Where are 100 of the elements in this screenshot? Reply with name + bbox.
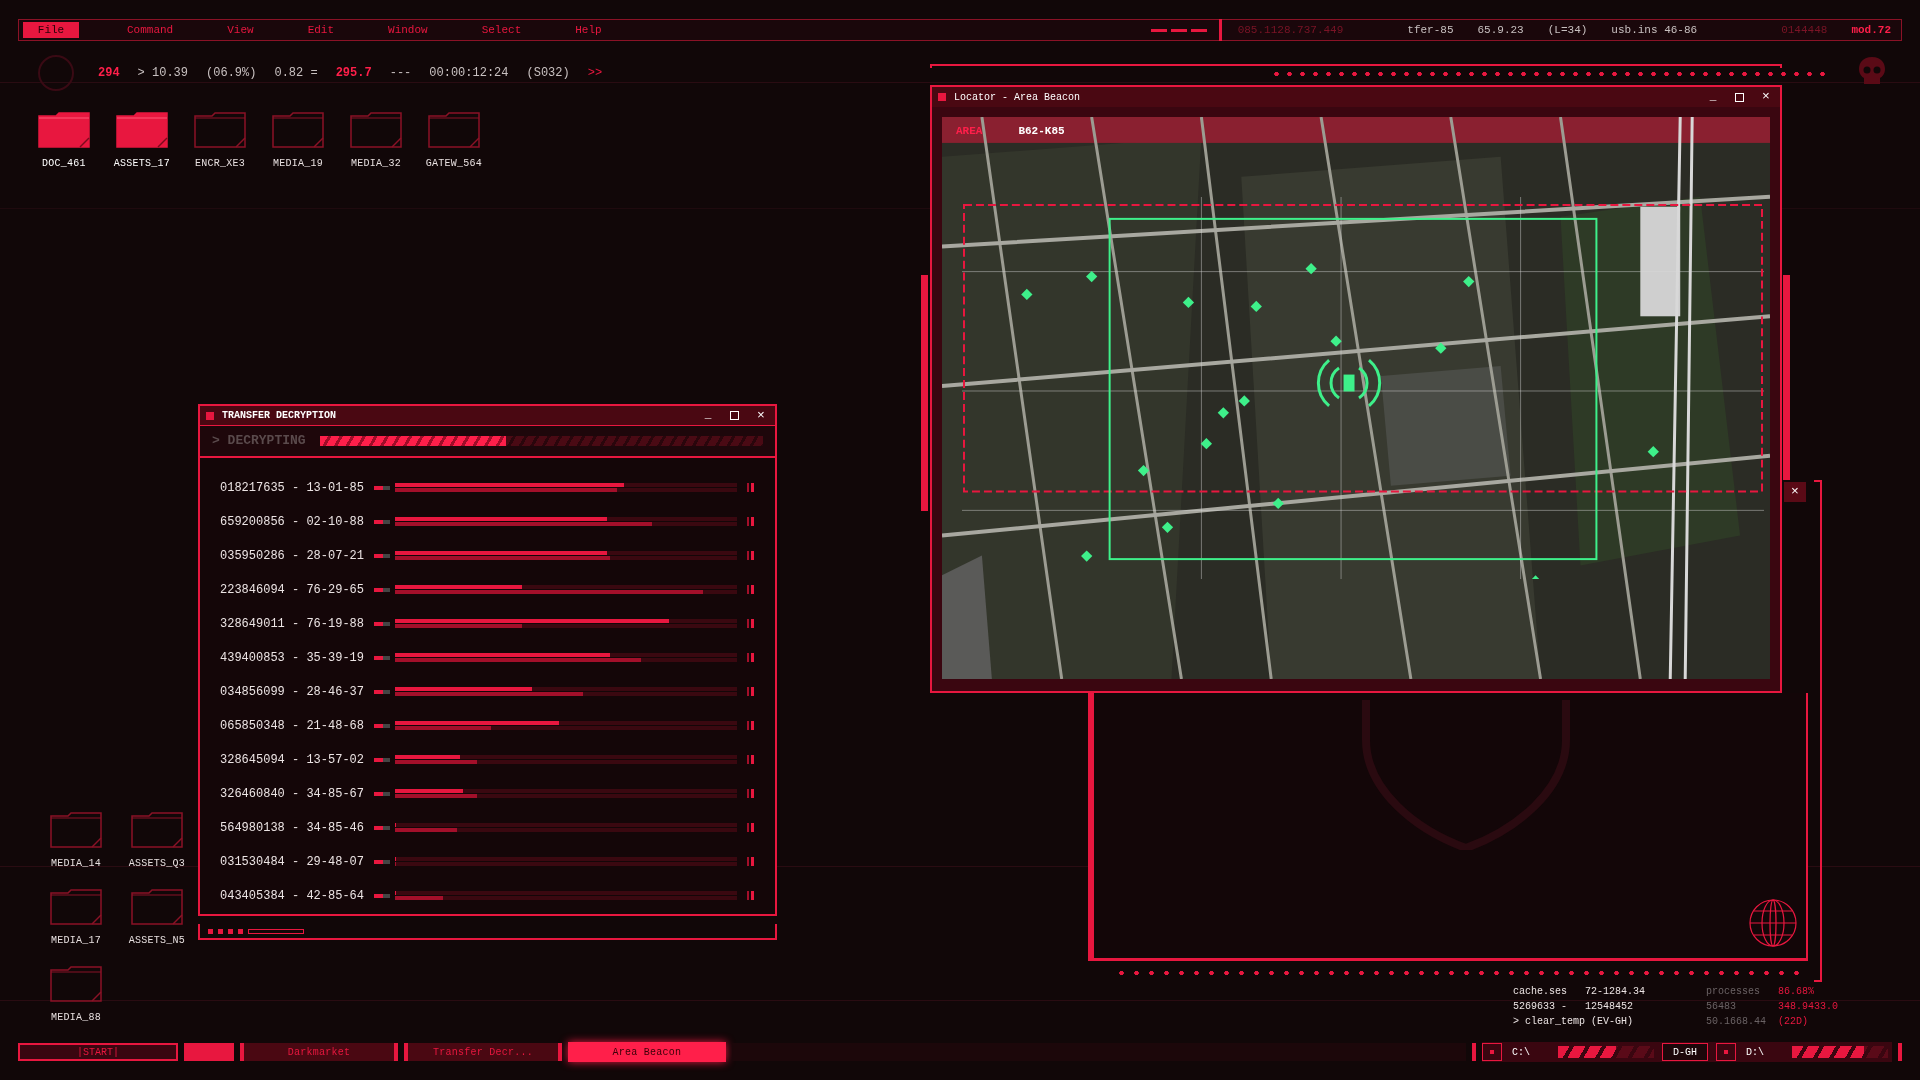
status-value: 86.68% <box>1778 984 1814 999</box>
transfer-id: 018217635 - 13-01-85 <box>220 479 366 497</box>
minimize-button[interactable]: _ <box>700 407 716 424</box>
pause-icon <box>747 585 754 595</box>
drive-tag-button[interactable]: D-GH <box>1662 1043 1708 1061</box>
transfer-id: 326460840 - 34-85-67 <box>220 785 366 803</box>
row-indicator-icon <box>374 825 390 830</box>
pause-icon <box>747 891 754 900</box>
icon-label: MEDIA_88 <box>51 1011 101 1025</box>
folder-icon <box>131 812 183 848</box>
menu-item[interactable]: View <box>221 22 260 38</box>
pause-icon <box>747 823 754 833</box>
transfer-id: 034856099 - 28-46-37 <box>220 683 366 701</box>
icon-label: GATEW_564 <box>425 157 483 171</box>
transfer-id: 328649011 - 76-19-88 <box>220 615 366 633</box>
folder-icon <box>272 112 324 148</box>
icon-label: ASSETS_Q3 <box>128 857 186 871</box>
taskbar-button[interactable]: Area Beacon <box>568 1042 726 1062</box>
pause-icon <box>747 789 754 799</box>
folder-icon <box>131 889 183 925</box>
row-indicator-icon <box>374 621 390 626</box>
menu-item[interactable]: File <box>23 22 79 38</box>
map-label: B62-K85 <box>1018 124 1065 139</box>
taskbar-button[interactable]: Transfer Decr... <box>404 1043 562 1061</box>
row-indicator-icon <box>374 893 390 898</box>
status-value: 348.9433.0 <box>1778 999 1838 1014</box>
row-indicator-icon <box>374 519 390 524</box>
minimize-button[interactable]: _ <box>1705 88 1721 106</box>
menu-item[interactable]: Help <box>569 22 608 38</box>
stat-readout: > 10.39 <box>137 65 189 82</box>
drive-icon <box>1716 1043 1736 1061</box>
desktop-icon[interactable]: MEDIA_32 <box>338 112 414 171</box>
icon-label: DOC_461 <box>42 157 86 171</box>
drive-icon <box>1482 1043 1502 1061</box>
window-status-icon <box>206 411 214 420</box>
desktop-icon[interactable]: MEDIA_88 <box>38 966 114 1025</box>
window-title: Locator - Area Beacon <box>954 90 1081 105</box>
row-indicator-icon <box>374 859 390 864</box>
desktop-icon[interactable]: GATEW_564 <box>416 112 492 171</box>
folder-icon <box>50 812 102 848</box>
menu-readout: 085.1128.737.449 <box>1237 22 1344 38</box>
icon-label: MEDIA_17 <box>51 934 101 948</box>
desktop-icon[interactable]: ENCR_XE3 <box>182 112 258 171</box>
signal-dashes-icon <box>1150 28 1207 32</box>
pause-icon <box>747 483 754 493</box>
desktop-icon[interactable]: ASSETS_Q3 <box>119 812 195 871</box>
transfer-id: 659200856 - 02-10-88 <box>220 513 366 531</box>
decrypting-label: > DECRYPTING <box>212 432 306 451</box>
icon-label: MEDIA_19 <box>273 157 323 171</box>
desktop-icon[interactable]: MEDIA_19 <box>260 112 336 171</box>
folder-icon <box>38 112 90 148</box>
desktop-icon[interactable]: ASSETS_N5 <box>119 889 195 948</box>
close-button[interactable]: × <box>753 405 769 426</box>
status-key: 50.1668.44 <box>1706 1013 1778 1029</box>
menu-item[interactable]: Select <box>475 22 528 38</box>
desktop-icon[interactable]: DOC_461 <box>26 112 102 171</box>
pause-icon <box>747 857 754 866</box>
menu-item[interactable]: Command <box>121 22 180 38</box>
status-key: > clear_temp (EV-GH) <box>1513 1013 1634 1029</box>
desktop-icon[interactable]: MEDIA_14 <box>38 812 114 871</box>
stat-readout: 294 <box>98 65 120 82</box>
close-button[interactable]: × <box>1758 87 1774 107</box>
row-indicator-icon <box>374 655 390 660</box>
stat-readout: (S032) <box>526 65 570 82</box>
row-indicator-icon <box>374 587 390 592</box>
icon-label: MEDIA_14 <box>51 857 101 871</box>
row-indicator-icon <box>374 791 390 796</box>
menu-readout: (L=34) <box>1547 22 1588 38</box>
transfer-id: 564980138 - 34-85-46 <box>220 819 366 837</box>
status-value: (22D) <box>1778 1014 1808 1029</box>
maximize-button[interactable] <box>730 411 739 420</box>
row-indicator-icon <box>374 485 390 490</box>
desktop-icon[interactable]: ASSETS_17 <box>104 112 180 171</box>
taskbar-button[interactable]: Darkmarket <box>240 1043 398 1061</box>
status-key: 5269633 - <box>1513 998 1585 1014</box>
drive-label: D:\ <box>1746 1045 1765 1060</box>
pause-icon <box>747 721 754 731</box>
close-button[interactable]: × <box>1784 482 1806 502</box>
status-key: 56483 <box>1706 998 1778 1014</box>
folder-icon <box>116 112 168 148</box>
row-indicator-icon <box>374 757 390 762</box>
stat-readout: 00:00:12:24 <box>429 65 509 82</box>
start-button[interactable]: |START| <box>18 1043 178 1061</box>
maximize-button[interactable] <box>1735 92 1744 102</box>
icon-label: ASSETS_17 <box>113 157 171 171</box>
status-key: processes <box>1706 983 1778 999</box>
menu-item[interactable]: Edit <box>301 22 341 38</box>
desktop-icon[interactable]: MEDIA_17 <box>38 889 114 948</box>
icon-label: ENCR_XE3 <box>195 157 245 171</box>
pause-icon <box>747 653 754 663</box>
stat-readout: 0.82 = <box>274 65 318 82</box>
folder-icon <box>350 112 402 148</box>
status-ring-icon <box>38 55 74 91</box>
menu-item[interactable]: Window <box>382 22 434 38</box>
status-value: 72-1284.34 <box>1585 984 1645 999</box>
pause-icon <box>747 619 754 629</box>
stat-readout: 295.7 <box>335 65 372 82</box>
menu-readout: usb.ins 46-86 <box>1611 22 1698 38</box>
icon-label: ASSETS_N5 <box>128 934 186 948</box>
folder-icon <box>50 966 102 1002</box>
